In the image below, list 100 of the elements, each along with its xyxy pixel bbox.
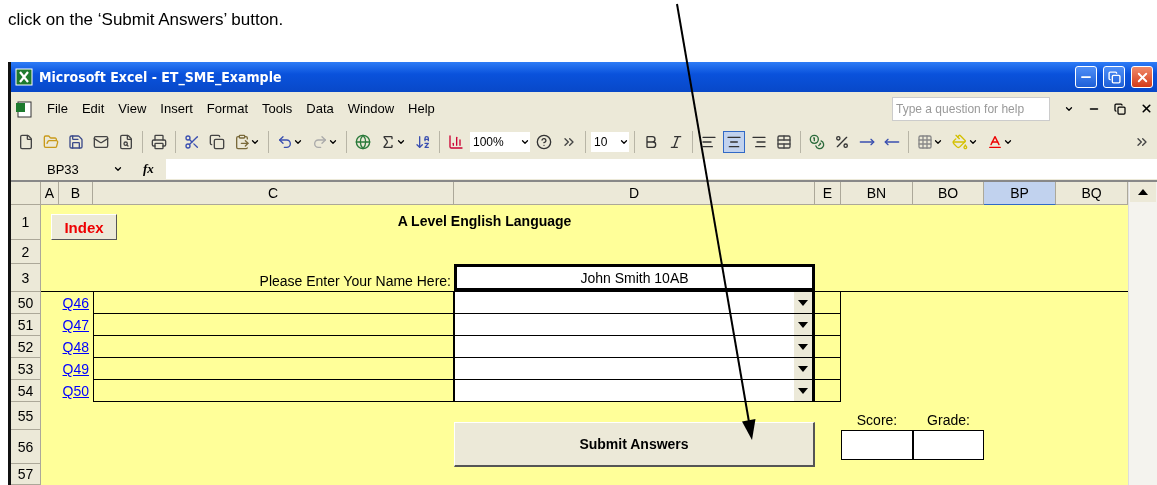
column-header[interactable]: B — [59, 182, 93, 205]
align-center-button[interactable] — [723, 130, 745, 153]
question-link[interactable]: Q46 — [62, 295, 89, 311]
row-header[interactable]: 1 — [11, 205, 41, 240]
answer-dropdown[interactable] — [454, 358, 815, 380]
column-header[interactable]: E — [815, 182, 841, 205]
dropdown-arrow-icon — [798, 343, 808, 350]
row-header[interactable]: 52 — [11, 336, 41, 358]
dropdown-arrow-icon — [798, 365, 808, 372]
font-color-icon — [987, 133, 1003, 150]
help-search-field[interactable]: Type a question for help — [892, 96, 1050, 121]
window-title: Microsoft Excel - ET_SME_Example — [39, 69, 283, 85]
sort-icon — [415, 133, 431, 150]
menu-item[interactable]: File — [47, 101, 68, 116]
question-link[interactable]: Q47 — [62, 317, 89, 333]
borders-icon — [917, 133, 933, 150]
question-link[interactable]: Q48 — [62, 339, 89, 355]
dropdown-arrow-icon — [798, 321, 808, 328]
answer-dropdown[interactable] — [454, 336, 815, 358]
cut-icon — [184, 133, 200, 150]
new-file-icon — [18, 133, 34, 150]
italic-icon — [668, 133, 684, 150]
menu-item[interactable]: Window — [347, 101, 395, 116]
close-icon — [1140, 102, 1153, 115]
row-header[interactable]: 53 — [11, 358, 41, 380]
menu-item[interactable]: View — [118, 101, 147, 116]
font-size-dropdown[interactable]: 10 — [591, 131, 629, 152]
menu-item[interactable]: Data — [306, 101, 334, 116]
copy-icon — [209, 133, 225, 150]
menu-item[interactable]: Help — [408, 101, 435, 116]
scroll-up-icon — [1138, 189, 1148, 195]
help-icon — [536, 133, 552, 150]
row-header[interactable]: 3 — [11, 264, 41, 292]
merge-cells-icon — [776, 133, 792, 150]
menu-item[interactable]: Edit — [81, 101, 105, 116]
paste-icon — [234, 133, 250, 150]
sum-icon — [380, 133, 396, 150]
answer-dropdown[interactable] — [454, 292, 815, 314]
menu-item[interactable]: Tools — [262, 101, 293, 116]
scrollbar[interactable] — [1128, 182, 1157, 485]
row-header[interactable]: 50 — [11, 292, 41, 314]
question-link[interactable]: Q49 — [62, 361, 89, 377]
chart-icon — [448, 133, 464, 150]
column-header[interactable]: BN — [841, 182, 913, 205]
grade-label: Grade: — [927, 412, 970, 430]
menu-item[interactable]: Format — [206, 101, 248, 116]
instruction-text: click on the ‘Submit Answers’ button. — [8, 10, 284, 29]
spreadsheet-icon — [15, 68, 33, 86]
mark-cell — [815, 336, 841, 358]
name-box[interactable]: BP33 — [11, 159, 131, 179]
function-label: fx — [143, 161, 154, 177]
dropdown-arrow-icon — [798, 299, 808, 306]
dropdown-arrow-icon — [798, 387, 808, 394]
restore-icon — [1114, 102, 1126, 115]
redo-icon — [312, 133, 328, 150]
open-folder-icon — [43, 133, 59, 150]
mark-cell — [815, 380, 841, 402]
percent-icon — [834, 133, 850, 150]
menu-item[interactable]: Insert — [160, 101, 193, 116]
column-header[interactable]: BQ — [1056, 182, 1128, 205]
restore-icon — [1107, 70, 1121, 84]
mail-icon — [93, 133, 109, 150]
row-header[interactable]: 2 — [11, 240, 41, 264]
row-header[interactable]: 54 — [11, 380, 41, 402]
row-header[interactable]: 57 — [11, 464, 41, 485]
print-preview-icon — [118, 133, 134, 150]
column-header[interactable]: D — [454, 182, 815, 205]
submit-answers-button[interactable]: Submit Answers — [454, 422, 815, 467]
column-header[interactable]: C — [93, 182, 454, 205]
caret-icon — [113, 164, 123, 174]
row-header[interactable]: 51 — [11, 314, 41, 336]
grade-field[interactable] — [913, 430, 984, 460]
restore-button[interactable] — [1103, 66, 1125, 88]
answer-dropdown[interactable] — [454, 380, 815, 402]
column-header[interactable]: BP — [984, 182, 1056, 205]
minimize-button[interactable] — [1075, 66, 1097, 88]
sheet-heading: A Level English Language — [397, 213, 572, 229]
column-header[interactable]: BO — [913, 182, 984, 205]
name-field[interactable]: John Smith 10AB — [454, 264, 815, 292]
mark-cell — [815, 358, 841, 380]
score-field[interactable] — [841, 430, 913, 460]
name-label: Please Enter Your Name Here: — [259, 273, 452, 291]
index-button[interactable]: Index — [51, 214, 117, 240]
workbook-icon — [15, 99, 33, 118]
column-header[interactable]: A — [41, 182, 59, 205]
zoom-dropdown[interactable]: 100% — [470, 131, 530, 152]
currency-icon — [809, 133, 825, 150]
bold-icon — [643, 133, 659, 150]
answer-dropdown[interactable] — [454, 314, 815, 336]
row-header[interactable]: 55 — [11, 402, 41, 430]
print-icon — [151, 133, 167, 150]
mark-cell — [815, 314, 841, 336]
formula-field[interactable] — [165, 159, 1157, 179]
close-button[interactable] — [1131, 66, 1153, 88]
row-header[interactable]: 56 — [11, 430, 41, 464]
globe-icon — [355, 133, 371, 150]
save-icon — [68, 133, 84, 150]
question-link[interactable]: Q50 — [62, 383, 89, 399]
score-label: Score: — [856, 412, 898, 430]
fill-color-icon — [952, 133, 968, 150]
